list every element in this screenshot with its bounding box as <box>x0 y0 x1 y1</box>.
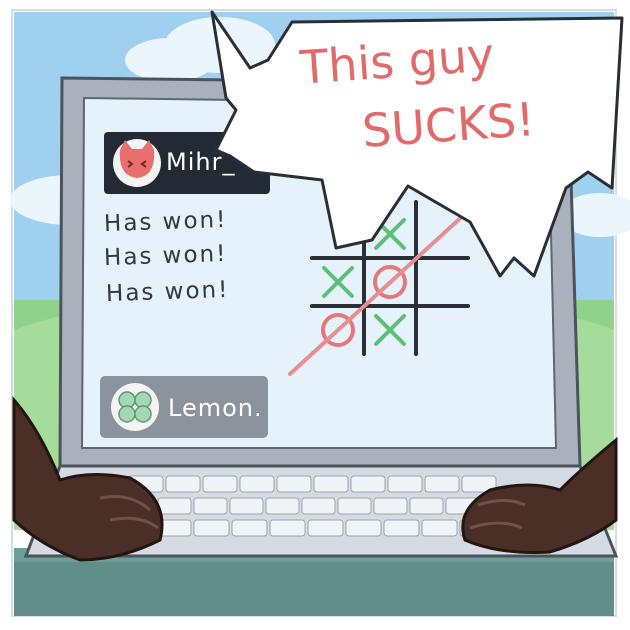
keyboard-key <box>424 475 460 493</box>
keyboard-key <box>345 519 382 537</box>
chat-message-3: Has won! <box>105 276 230 308</box>
top-user-name: Mihr_ <box>166 148 236 176</box>
keyboard-key <box>157 497 192 515</box>
keyboard-key <box>265 497 300 515</box>
keyboard-key <box>193 497 228 515</box>
keyboard-key <box>350 475 386 493</box>
keyboard-key <box>231 519 268 537</box>
desk <box>14 560 614 616</box>
keyboard-key <box>202 475 238 493</box>
keyboard-key <box>383 519 420 537</box>
keyboard-key <box>193 519 230 537</box>
keyboard-key <box>229 497 264 515</box>
keyboard-key <box>301 497 336 515</box>
keyboard-key <box>313 475 349 493</box>
keyboard-key <box>269 519 306 537</box>
keyboard-key <box>276 475 312 493</box>
keyboard-key <box>307 519 344 537</box>
chat-message-1: Has won! <box>103 206 228 238</box>
keyboard-key <box>165 475 201 493</box>
keyboard-key <box>373 497 408 515</box>
chat-message-2: Has won! <box>103 240 228 272</box>
comic-scene <box>10 9 630 617</box>
keyboard-key <box>337 497 372 515</box>
keyboard-key <box>409 497 444 515</box>
keyboard-key <box>239 475 275 493</box>
keyboard-key <box>421 519 458 537</box>
keyboard-key <box>387 475 423 493</box>
bottom-user-name: Lemon. <box>168 394 263 422</box>
green-clover-avatar <box>111 383 159 431</box>
